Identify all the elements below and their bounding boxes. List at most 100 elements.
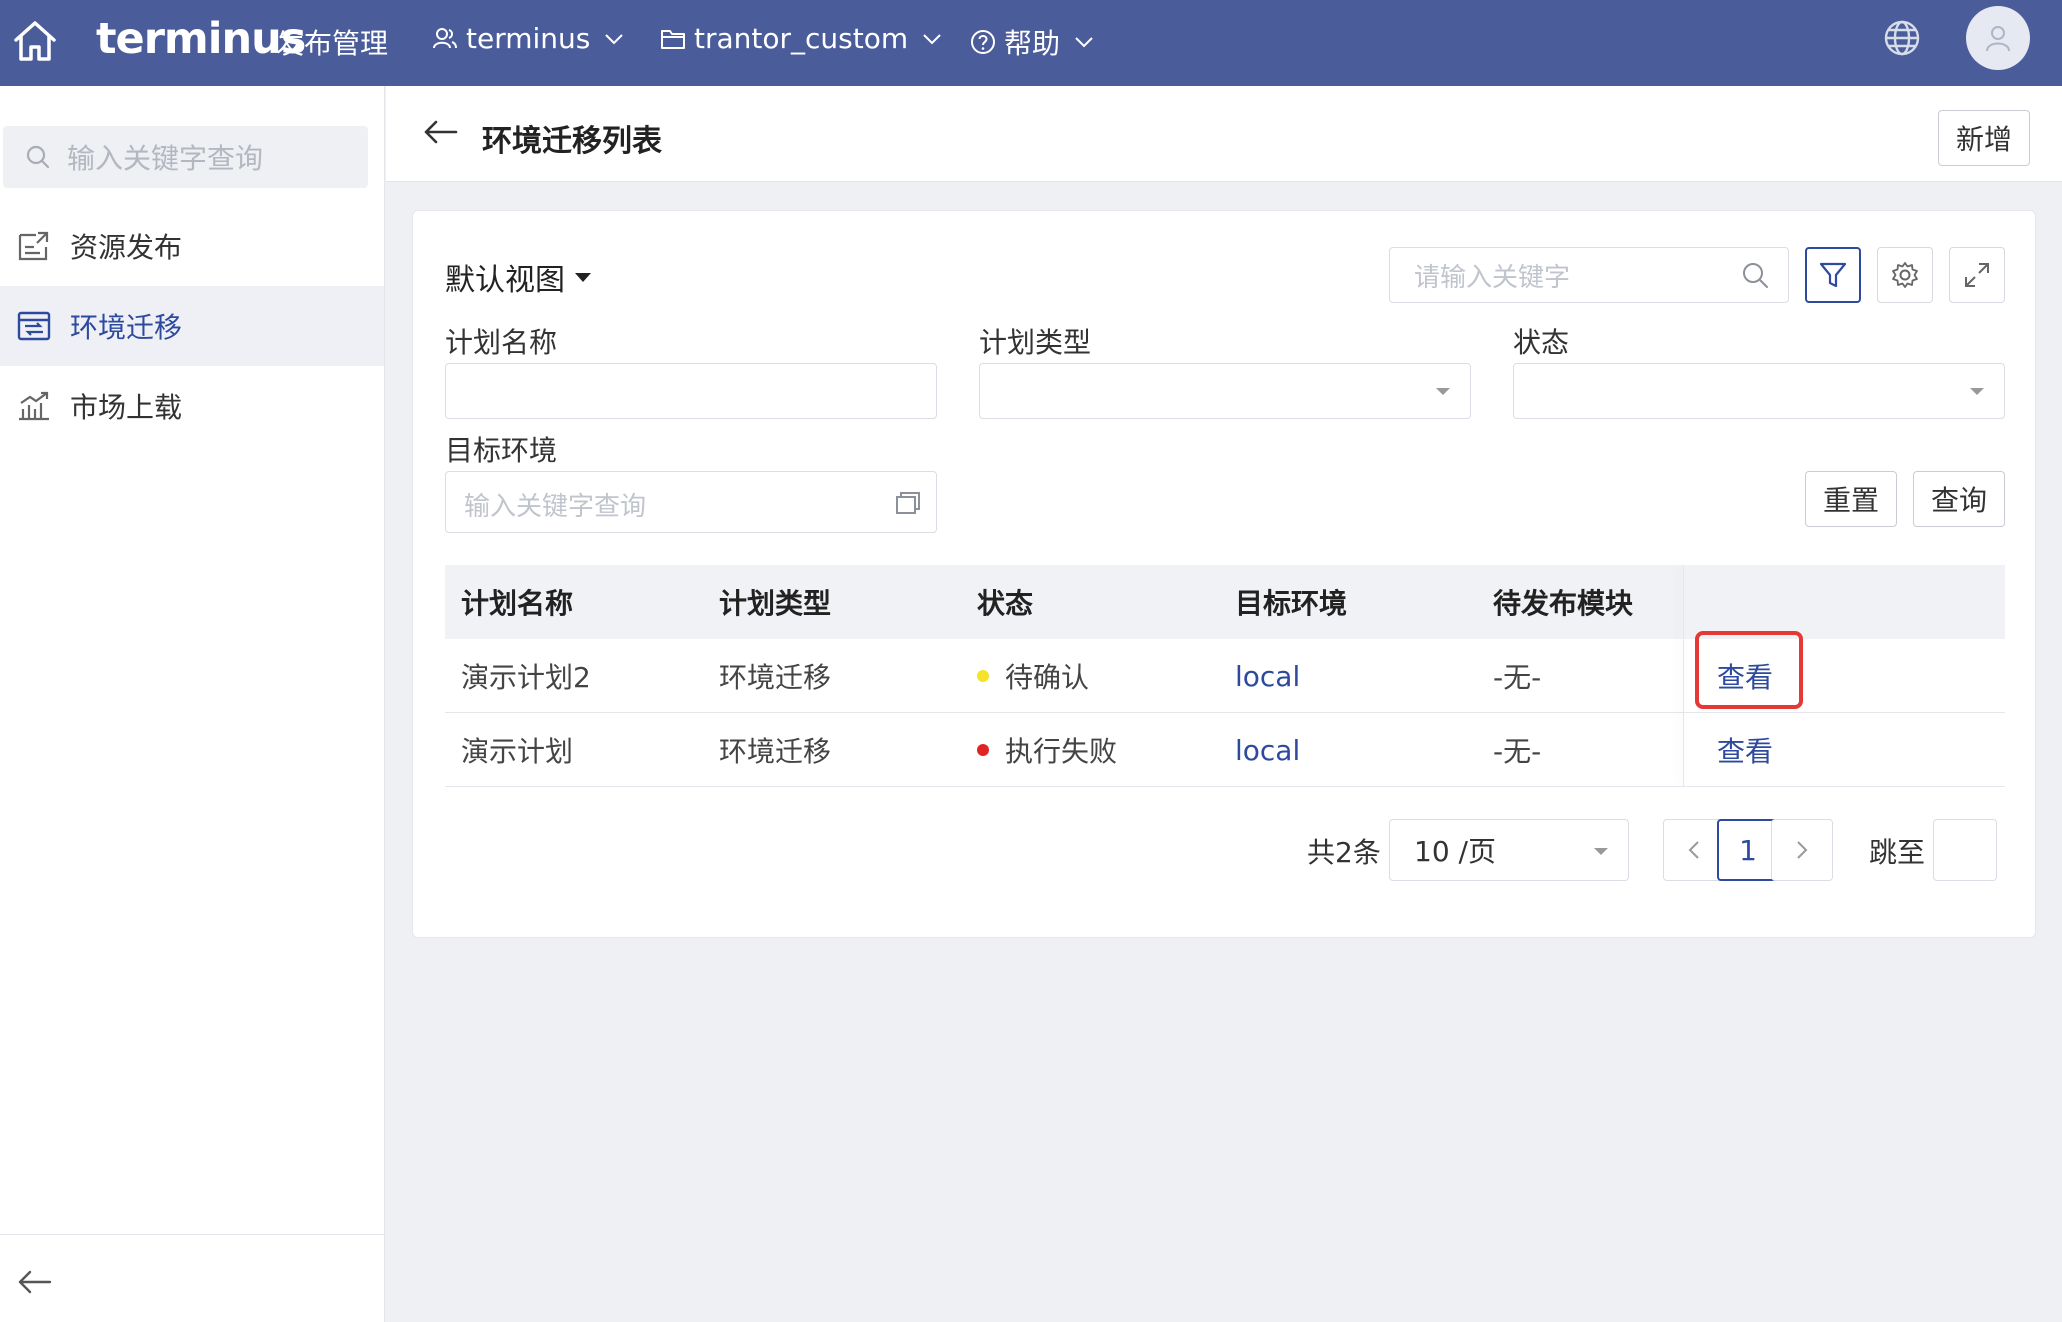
prev-page-button[interactable] <box>1663 819 1725 881</box>
status-dot <box>977 670 989 682</box>
target-env-input[interactable]: 输入关键字查询 <box>445 471 937 533</box>
sidebar-item-resource-publish[interactable]: 资源发布 <box>0 206 384 286</box>
view-link[interactable]: 查看 <box>1717 713 1773 787</box>
market-upload-icon <box>19 391 49 421</box>
search-icon <box>26 145 50 169</box>
avatar[interactable] <box>1966 6 2030 70</box>
table-header: 计划名称 计划类型 状态 目标环境 待发布模块 <box>445 565 2005 639</box>
terminus-logo[interactable]: terminus <box>96 14 306 64</box>
home-icon[interactable] <box>12 18 58 64</box>
sidebar-search-placeholder: 输入关键字查询 <box>67 142 264 175</box>
plan-type-label: 计划类型 <box>979 326 1092 359</box>
view-selector[interactable]: 默认视图 <box>445 255 591 299</box>
fixed-column-shadow <box>1683 565 1684 787</box>
modules-cell: -无- <box>1493 661 1542 694</box>
folder-icon <box>661 29 685 49</box>
plan-name-cell: 演示计划 <box>461 735 574 768</box>
reset-button[interactable]: 重置 <box>1805 471 1897 527</box>
sidebar-item-env-migration[interactable]: 环境迁移 <box>0 286 384 366</box>
column-header: 计划类型 <box>719 587 832 620</box>
list-card: 默认视图 请输入关键字 计划名称 计划类型 状态 目标环境 输入关键字查询 重置… <box>412 210 2036 938</box>
modules-cell: -无- <box>1493 735 1542 768</box>
migration-table: 计划名称 计划类型 状态 目标环境 待发布模块 演示计划2 环境迁移 待确认 l… <box>445 565 2005 787</box>
user-icon <box>433 27 457 48</box>
filter-icon <box>1819 262 1847 288</box>
nav-user-label: terminus <box>466 22 591 55</box>
chevron-right-icon <box>1797 841 1808 859</box>
add-button[interactable]: 新增 <box>1938 110 2030 166</box>
page-size-select[interactable]: 10 /页 <box>1389 819 1629 881</box>
page-size-value: 10 /页 <box>1414 835 1496 868</box>
status-dot <box>977 744 989 756</box>
user-avatar-icon <box>1986 26 2010 52</box>
status-text: 执行失败 <box>1005 735 1118 768</box>
target-env-placeholder: 输入关键字查询 <box>464 492 647 522</box>
pagination-total: 共2条 <box>1307 836 1381 869</box>
status-cell: 待确认 <box>977 639 1089 713</box>
expand-icon <box>1965 263 1989 287</box>
plan-type-select[interactable] <box>979 363 1471 419</box>
filter-button[interactable] <box>1805 247 1861 303</box>
top-bar: terminus 发布管理 terminus trantor_custom 帮助 <box>0 0 2062 86</box>
sidebar-item-label: 环境迁移 <box>70 311 183 344</box>
globe-icon[interactable] <box>1882 18 1922 58</box>
plan-type-cell: 环境迁移 <box>719 735 832 768</box>
collapse-sidebar-icon[interactable] <box>16 1268 52 1296</box>
plan-type-cell: 环境迁移 <box>719 661 832 694</box>
status-label: 状态 <box>1513 326 1570 359</box>
highlight-box <box>1695 631 1803 709</box>
plan-name-input[interactable] <box>445 363 937 419</box>
gear-icon <box>1892 262 1918 288</box>
keyword-search-placeholder: 请输入关键字 <box>1414 262 1571 293</box>
page-header: 环境迁移列表 新增 <box>386 86 2062 182</box>
keyword-search-input[interactable]: 请输入关键字 <box>1389 247 1789 303</box>
status-cell: 执行失败 <box>977 713 1117 787</box>
column-header: 目标环境 <box>1235 587 1348 620</box>
sidebar-item-market-upload[interactable]: 市场上载 <box>0 366 384 446</box>
page-title: 环境迁移列表 <box>482 124 662 159</box>
status-select[interactable] <box>1513 363 2005 419</box>
lookup-icon[interactable] <box>894 490 922 516</box>
nav-user-menu[interactable]: terminus <box>432 22 632 55</box>
fullscreen-button[interactable] <box>1949 247 2005 303</box>
back-arrow-icon[interactable] <box>422 118 458 146</box>
chevron-left-icon <box>1688 841 1699 859</box>
jump-to-input[interactable] <box>1933 819 1997 881</box>
nav-help-label: 帮助 <box>1004 27 1061 60</box>
sidebar: 输入关键字查询 资源发布 环境迁移 市场上载 <box>0 86 385 1322</box>
settings-button[interactable] <box>1877 247 1933 303</box>
sidebar-divider <box>0 1234 384 1235</box>
nav-project-menu[interactable]: trantor_custom <box>660 22 950 55</box>
next-page-button[interactable] <box>1771 819 1833 881</box>
chevron-down-icon <box>923 33 941 44</box>
column-header: 状态 <box>977 587 1034 620</box>
plan-name-cell: 演示计划2 <box>461 661 591 694</box>
status-text: 待确认 <box>1005 661 1090 694</box>
caret-down-icon <box>575 272 591 282</box>
caret-down-icon <box>1594 848 1608 855</box>
sidebar-item-label: 市场上载 <box>70 391 183 424</box>
help-icon <box>971 30 995 54</box>
caret-down-icon <box>1436 388 1450 395</box>
sidebar-item-label: 资源发布 <box>70 231 183 264</box>
env-migration-icon <box>17 311 51 341</box>
caret-down-icon <box>1970 388 1984 395</box>
view-selector-label: 默认视图 <box>445 263 565 298</box>
chevron-down-icon <box>1075 37 1093 48</box>
column-header: 计划名称 <box>461 587 574 620</box>
page-button-current[interactable]: 1 <box>1717 819 1779 881</box>
app-title: 发布管理 <box>276 27 389 60</box>
search-icon[interactable] <box>1740 260 1770 290</box>
target-env-label: 目标环境 <box>445 434 558 467</box>
jump-to-label: 跳至 <box>1869 836 1926 869</box>
plan-name-label: 计划名称 <box>445 326 558 359</box>
nav-project-label: trantor_custom <box>694 22 909 55</box>
nav-help-menu[interactable]: 帮助 <box>970 22 1102 62</box>
query-button[interactable]: 查询 <box>1913 471 2005 527</box>
table-row: 演示计划 环境迁移 执行失败 local -无- 查看 <box>445 713 2005 787</box>
target-env-link[interactable]: local <box>1235 639 1300 713</box>
target-env-link[interactable]: local <box>1235 713 1300 787</box>
resource-publish-icon <box>18 231 49 261</box>
column-header: 待发布模块 <box>1493 587 1634 620</box>
sidebar-search-input[interactable]: 输入关键字查询 <box>3 126 368 188</box>
